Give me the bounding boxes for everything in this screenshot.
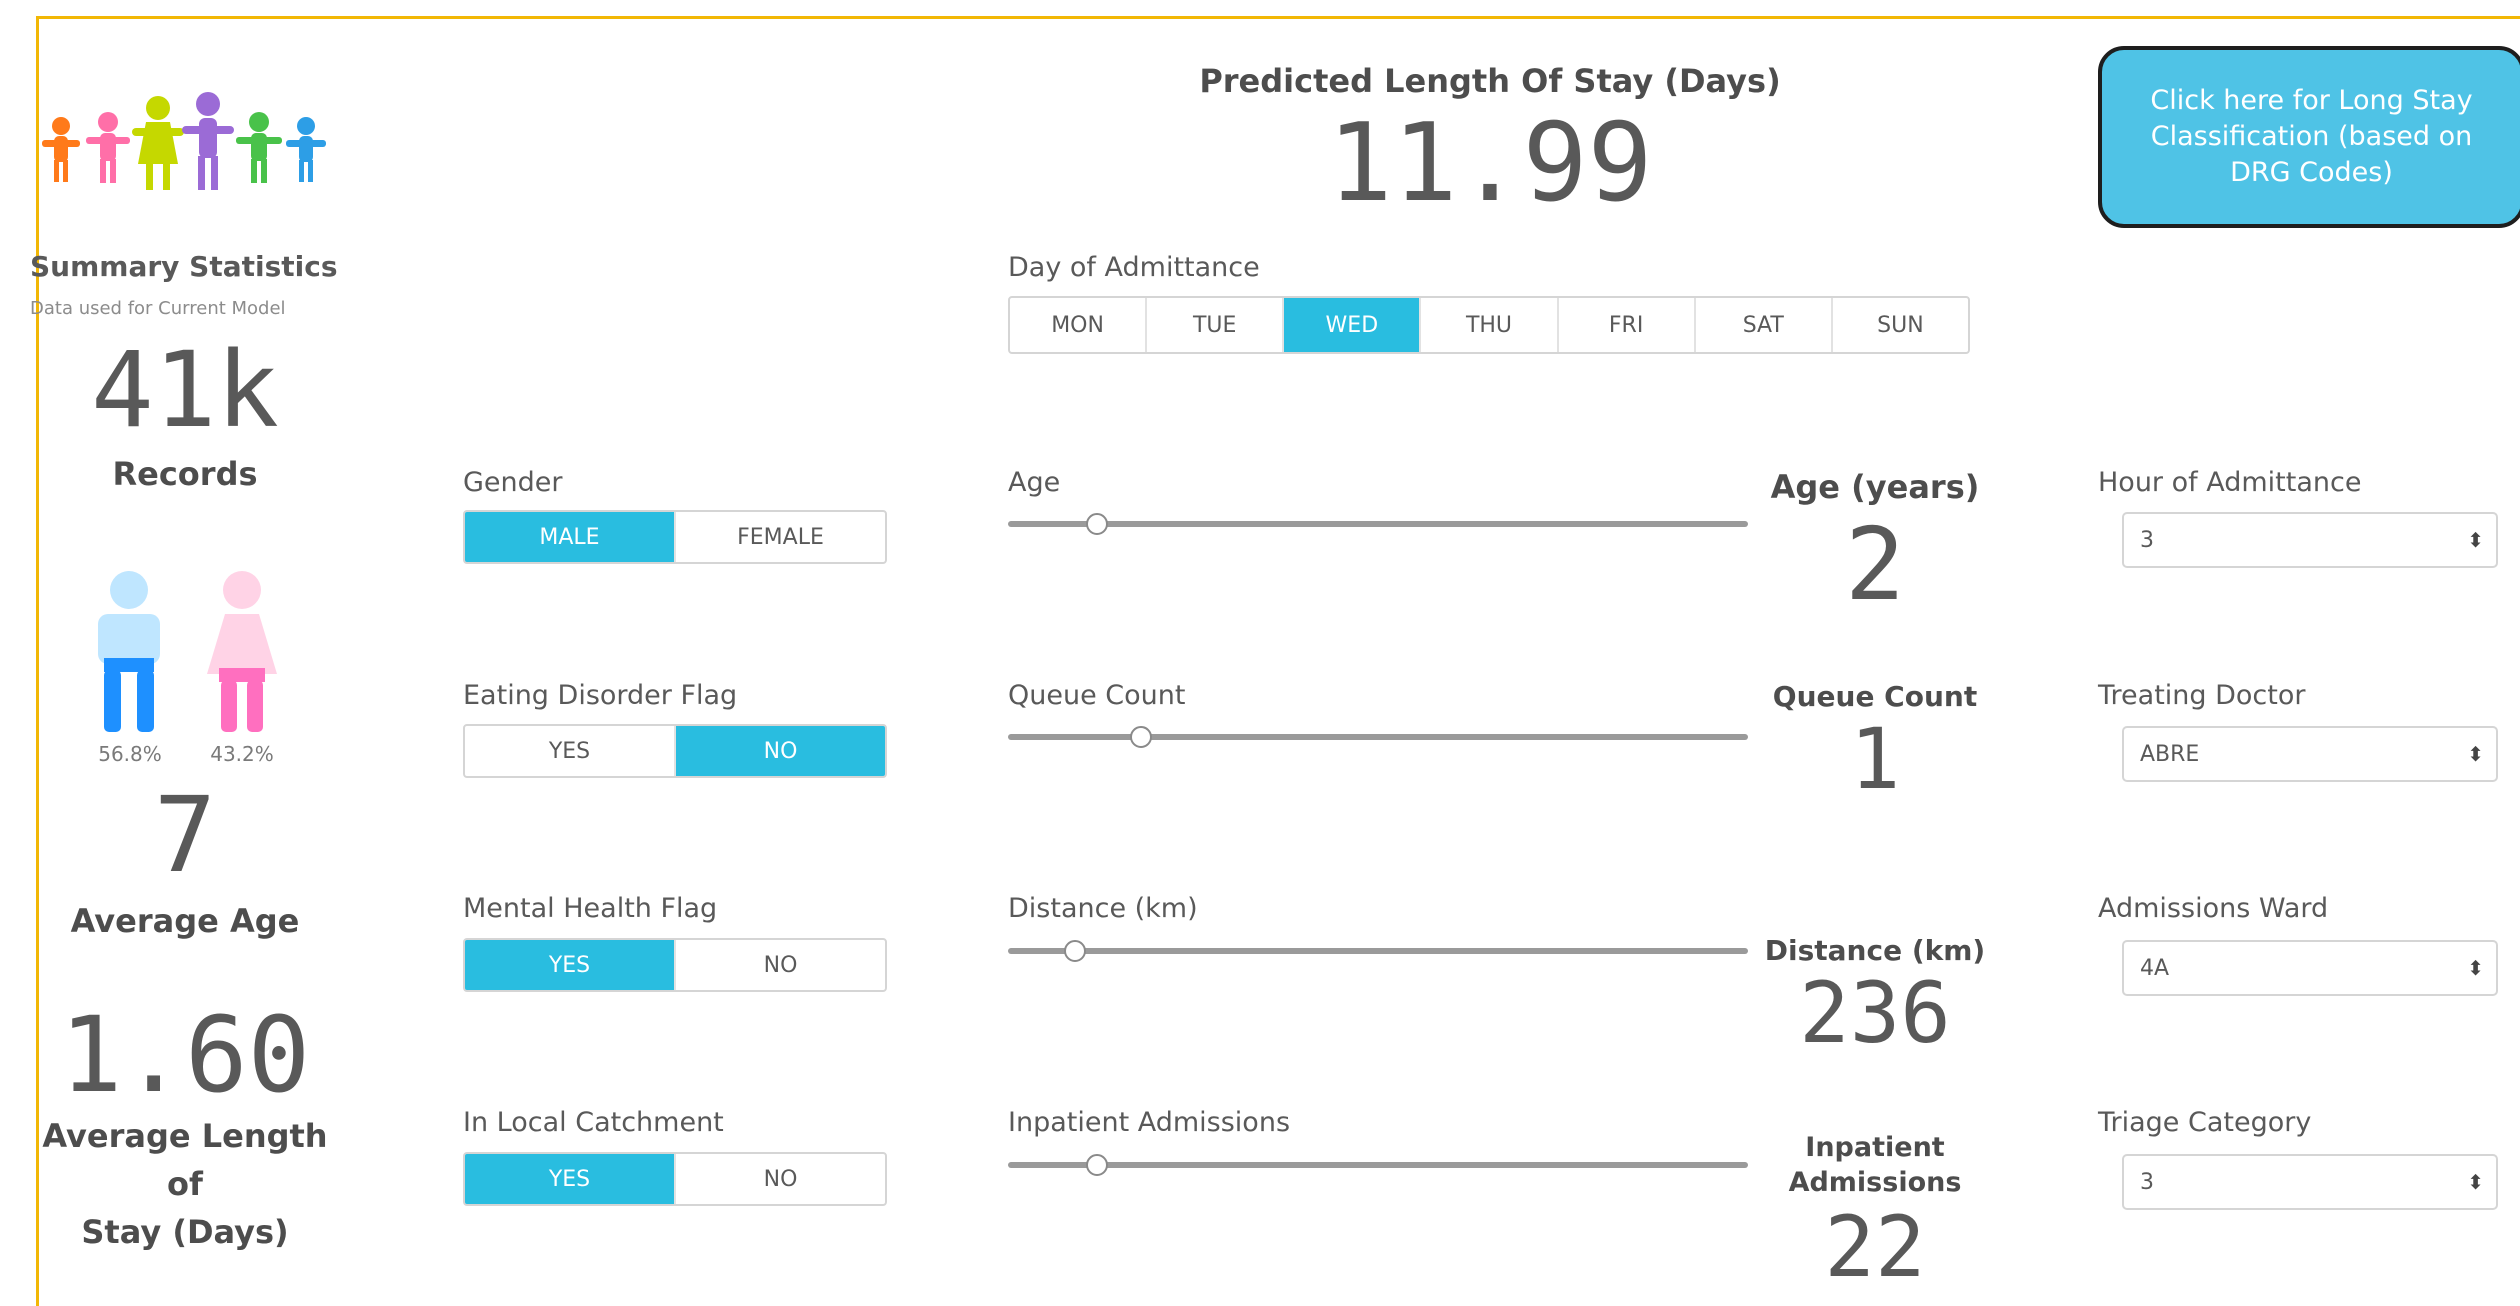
day-option-sat[interactable]: SAT	[1696, 298, 1833, 352]
female-figure-icon	[207, 571, 277, 732]
mental-health-option-no[interactable]: NO	[676, 940, 885, 990]
records-value: 41k	[91, 329, 279, 451]
inpatient-admissions-readout-value: 22	[1824, 1198, 1926, 1296]
local-catchment-option-yes[interactable]: YES	[465, 1154, 676, 1204]
eating-disorder-option-yes[interactable]: YES	[465, 726, 676, 776]
distance-readout-label: Distance (km)	[1764, 934, 1986, 967]
records-label: Records	[112, 455, 258, 493]
admissions-ward-value: 4A	[2140, 955, 2170, 981]
figure-blue	[286, 117, 326, 182]
figure-pink	[86, 112, 130, 183]
summary-subtitle: Data used for Current Model	[30, 298, 286, 319]
hour-of-admittance-dropdown[interactable]: 3 ⬍	[2122, 512, 2498, 568]
figure-green	[236, 112, 282, 183]
average-stay-label: Average Length of Stay (Days)	[20, 1112, 350, 1256]
day-option-fri[interactable]: FRI	[1559, 298, 1696, 352]
local-catchment-label: In Local Catchment	[463, 1107, 724, 1138]
gender-option-female[interactable]: FEMALE	[676, 512, 885, 562]
treating-doctor-dropdown[interactable]: ABRE ⬍	[2122, 726, 2498, 782]
day-option-tue[interactable]: TUE	[1147, 298, 1285, 352]
eating-disorder-option-no[interactable]: NO	[676, 726, 885, 776]
predicted-stay-label: Predicted Length Of Stay (Days)	[1199, 62, 1781, 100]
hour-of-admittance-label: Hour of Admittance	[2098, 467, 2362, 498]
eating-disorder-label: Eating Disorder Flag	[463, 680, 738, 711]
figure-orange	[42, 117, 80, 182]
average-stay-value: 1.60	[59, 994, 311, 1116]
day-option-mon[interactable]: MON	[1010, 298, 1148, 352]
queue-count-readout-value: 1	[1849, 710, 1901, 808]
mental-health-option-yes[interactable]: YES	[465, 940, 676, 990]
age-readout-value: 2	[1844, 506, 1906, 623]
admissions-ward-dropdown[interactable]: 4A ⬍	[2122, 940, 2498, 996]
queue-count-slider-label: Queue Count	[1008, 680, 1186, 711]
updown-arrows-icon: ⬍	[2467, 528, 2484, 552]
age-readout-label: Age (years)	[1770, 468, 1980, 506]
female-percentage: 43.2%	[210, 742, 274, 766]
day-of-admittance-selector: MON TUE WED THU FRI SAT SUN	[1008, 296, 1970, 354]
distance-slider-track[interactable]	[1008, 940, 1748, 962]
day-of-admittance-label: Day of Admittance	[1008, 252, 1260, 283]
eating-disorder-toggle: YES NO	[463, 724, 887, 778]
treating-doctor-label: Treating Doctor	[2098, 680, 2306, 711]
average-stay-label-line2: Stay (Days)	[81, 1213, 289, 1251]
hour-of-admittance-value: 3	[2140, 527, 2154, 553]
triage-category-label: Triage Category	[2098, 1107, 2312, 1138]
admissions-ward-label: Admissions Ward	[2098, 893, 2329, 924]
mental-health-toggle: YES NO	[463, 938, 887, 992]
inpatient-readout-label-line1: Inpatient	[1805, 1132, 1945, 1163]
updown-arrows-icon: ⬍	[2467, 1170, 2484, 1194]
gender-toggle: MALE FEMALE	[463, 510, 887, 564]
average-age-value: 7	[153, 774, 217, 896]
inpatient-admissions-readout-label: Inpatient Admissions	[1740, 1130, 2010, 1200]
long-stay-classification-button[interactable]: Click here for Long Stay Classification …	[2098, 46, 2520, 228]
average-stay-label-line1: Average Length of	[42, 1117, 328, 1203]
inpatient-admissions-slider-label: Inpatient Admissions	[1008, 1107, 1291, 1138]
mental-health-label: Mental Health Flag	[463, 893, 718, 924]
distance-slider-handle[interactable]	[1063, 940, 1086, 962]
day-option-sun[interactable]: SUN	[1833, 298, 1968, 352]
figure-purple	[182, 92, 234, 190]
updown-arrows-icon: ⬍	[2467, 956, 2484, 980]
updown-arrows-icon: ⬍	[2467, 742, 2484, 766]
gender-label: Gender	[463, 467, 563, 498]
male-figure-icon	[98, 571, 160, 732]
age-slider-track[interactable]	[1008, 513, 1748, 535]
local-catchment-option-no[interactable]: NO	[676, 1154, 885, 1204]
day-option-thu[interactable]: THU	[1421, 298, 1559, 352]
inpatient-readout-label-line2: Admissions	[1788, 1167, 1962, 1198]
male-percentage: 56.8%	[98, 742, 162, 766]
inpatient-admissions-slider-track[interactable]	[1008, 1154, 1748, 1176]
triage-category-dropdown[interactable]: 3 ⬍	[2122, 1154, 2498, 1210]
distance-readout-value: 236	[1799, 964, 1951, 1062]
predicted-stay-value: 11.99	[1327, 101, 1653, 226]
people-logo	[42, 92, 326, 190]
treating-doctor-value: ABRE	[2140, 741, 2200, 767]
day-option-wed[interactable]: WED	[1284, 298, 1422, 352]
queue-count-readout-label: Queue Count	[1772, 680, 1978, 713]
average-age-label: Average Age	[70, 902, 300, 940]
triage-category-value: 3	[2140, 1169, 2154, 1195]
summary-title: Summary Statistics	[30, 250, 338, 283]
distance-slider-label: Distance (km)	[1008, 893, 1198, 924]
inpatient-admissions-slider-handle[interactable]	[1085, 1154, 1108, 1176]
age-slider-label: Age	[1008, 467, 1061, 498]
gender-option-male[interactable]: MALE	[465, 512, 676, 562]
figure-yellow	[132, 96, 184, 190]
age-slider-handle[interactable]	[1085, 513, 1108, 535]
local-catchment-toggle: YES NO	[463, 1152, 887, 1206]
queue-count-slider-track[interactable]	[1008, 726, 1748, 748]
